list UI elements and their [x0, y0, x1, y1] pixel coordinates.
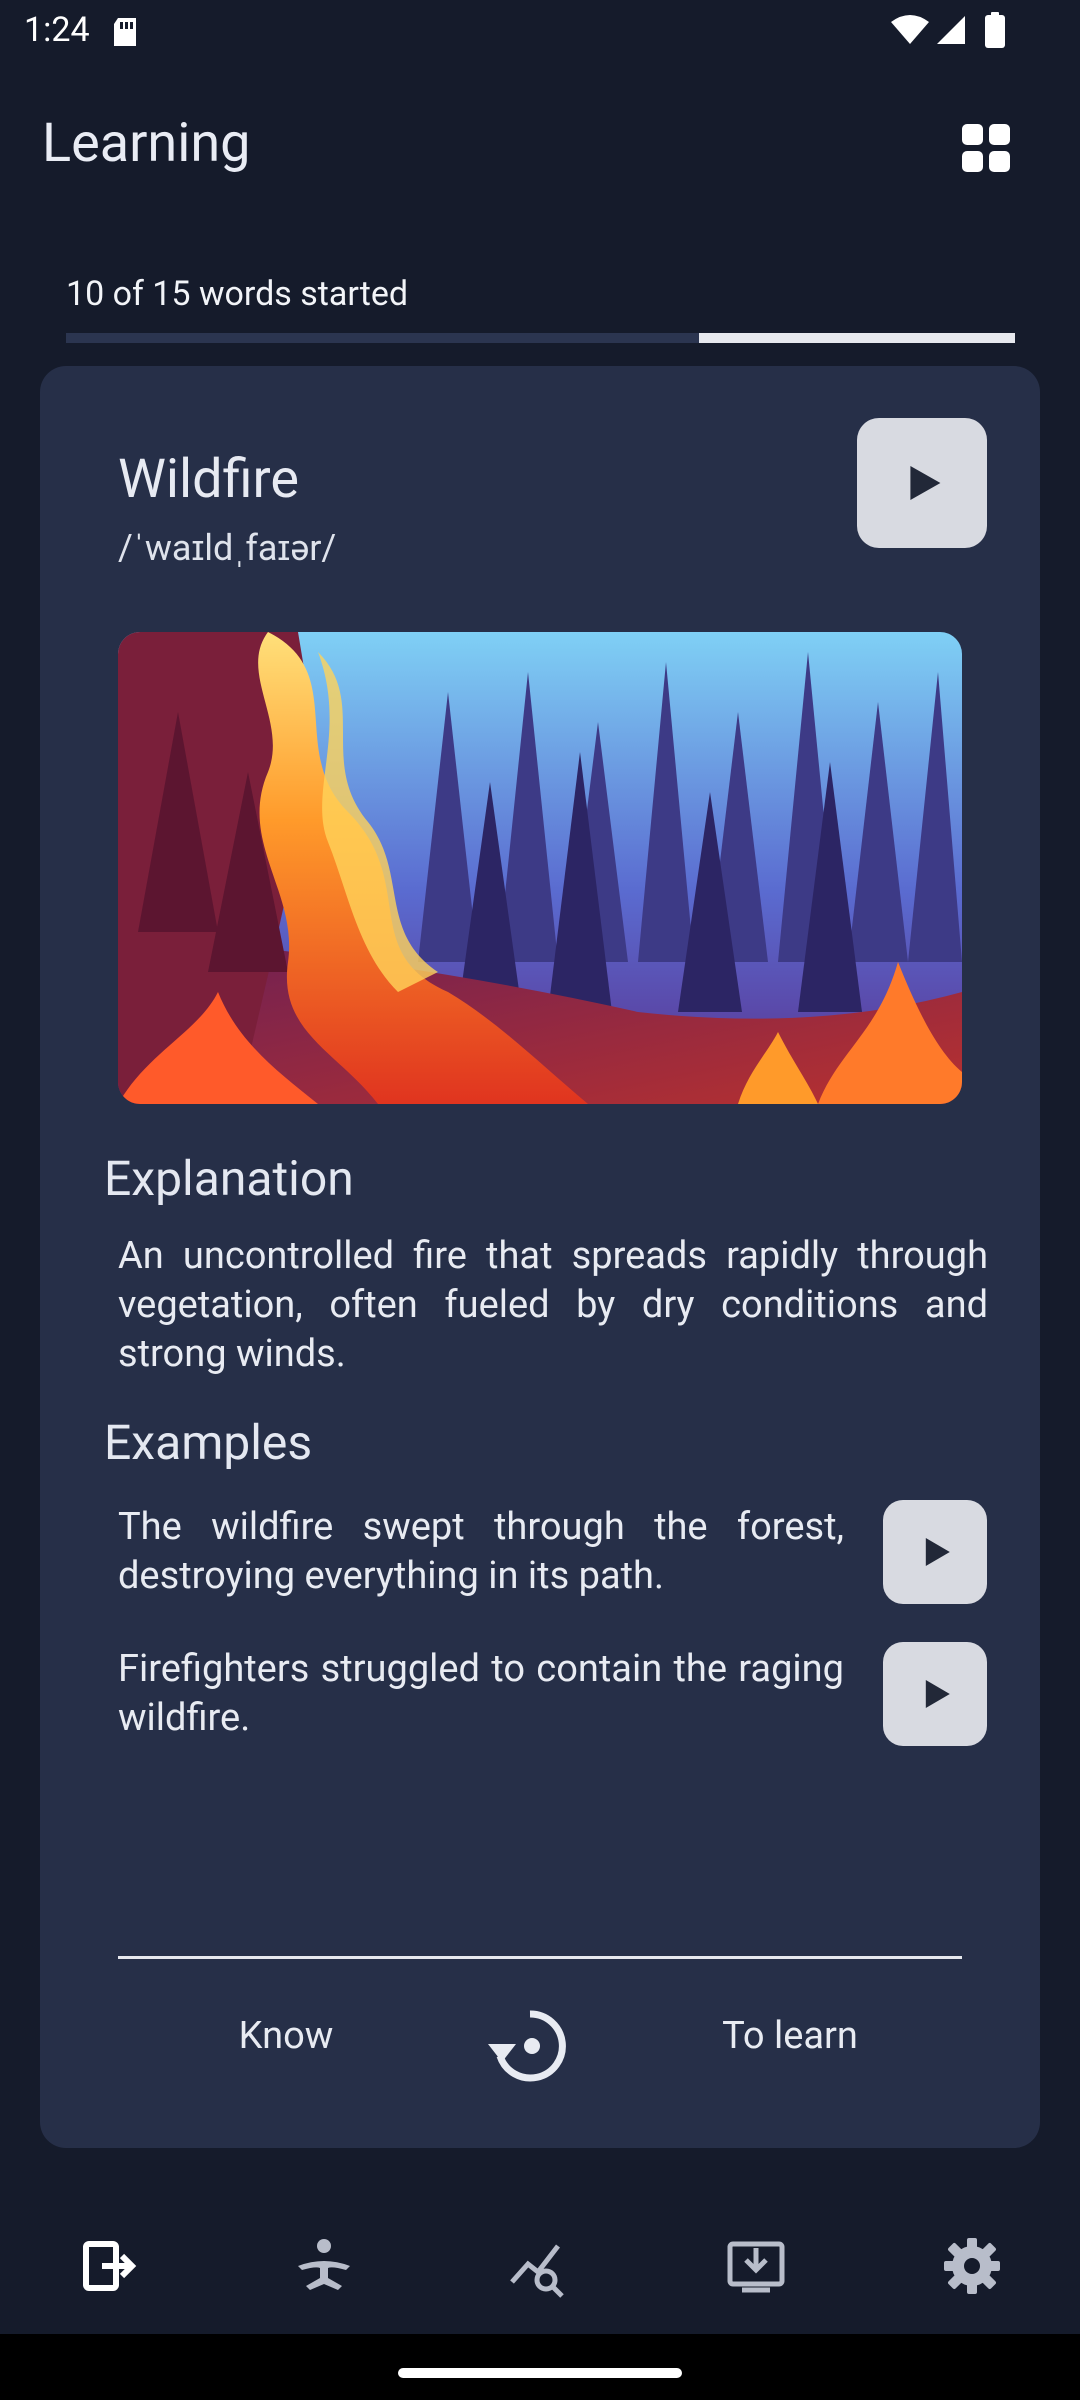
- example-text: Firefighters struggled to contain the ra…: [118, 1647, 844, 1740]
- progress-started-segment: [66, 333, 699, 343]
- to-learn-button[interactable]: To learn: [690, 2014, 890, 2074]
- status-time: 1:24: [24, 10, 90, 50]
- word-title: Wildfire: [118, 448, 299, 511]
- example-play-button[interactable]: [883, 1500, 987, 1604]
- word-play-button[interactable]: [857, 418, 987, 548]
- sd-card-icon: [114, 18, 136, 46]
- battery-icon: [985, 12, 1005, 48]
- wifi-icon: [891, 15, 929, 44]
- example-text: The wildfire swept through the forest, d…: [118, 1505, 844, 1598]
- home-gesture-handle[interactable]: [398, 2368, 682, 2378]
- play-icon: [925, 1680, 950, 1708]
- examples-heading: Examples: [104, 1414, 313, 1471]
- example-play-button[interactable]: [883, 1642, 987, 1746]
- explanation-heading: Explanation: [104, 1150, 354, 1207]
- signal-icon: [937, 16, 965, 44]
- progress-remaining-segment: [698, 333, 1015, 343]
- play-icon: [925, 1538, 950, 1566]
- system-navigation-bar: [0, 2334, 1080, 2400]
- play-icon: [910, 466, 941, 500]
- exercise-icon[interactable]: [288, 2230, 360, 2302]
- progress-bar: [66, 333, 1015, 343]
- word-illustration: [118, 632, 962, 1104]
- learning-icon[interactable]: [72, 2230, 144, 2302]
- history-icon[interactable]: [488, 2004, 572, 2088]
- grid-icon[interactable]: [958, 120, 1014, 176]
- review-icon[interactable]: [504, 2230, 576, 2302]
- know-button[interactable]: Know: [196, 2014, 376, 2074]
- download-icon[interactable]: [720, 2230, 792, 2302]
- page-title: Learning: [42, 112, 251, 175]
- explanation-text: An uncontrolled fire that spreads rapidl…: [118, 1234, 988, 1376]
- settings-icon[interactable]: [936, 2230, 1008, 2302]
- divider: [118, 1956, 962, 1959]
- progress-text: 10 of 15 words started: [66, 274, 409, 314]
- word-phonetic: /ˈwaɪldˌfaɪər/: [118, 527, 337, 569]
- status-bar: 1:24: [0, 0, 1080, 66]
